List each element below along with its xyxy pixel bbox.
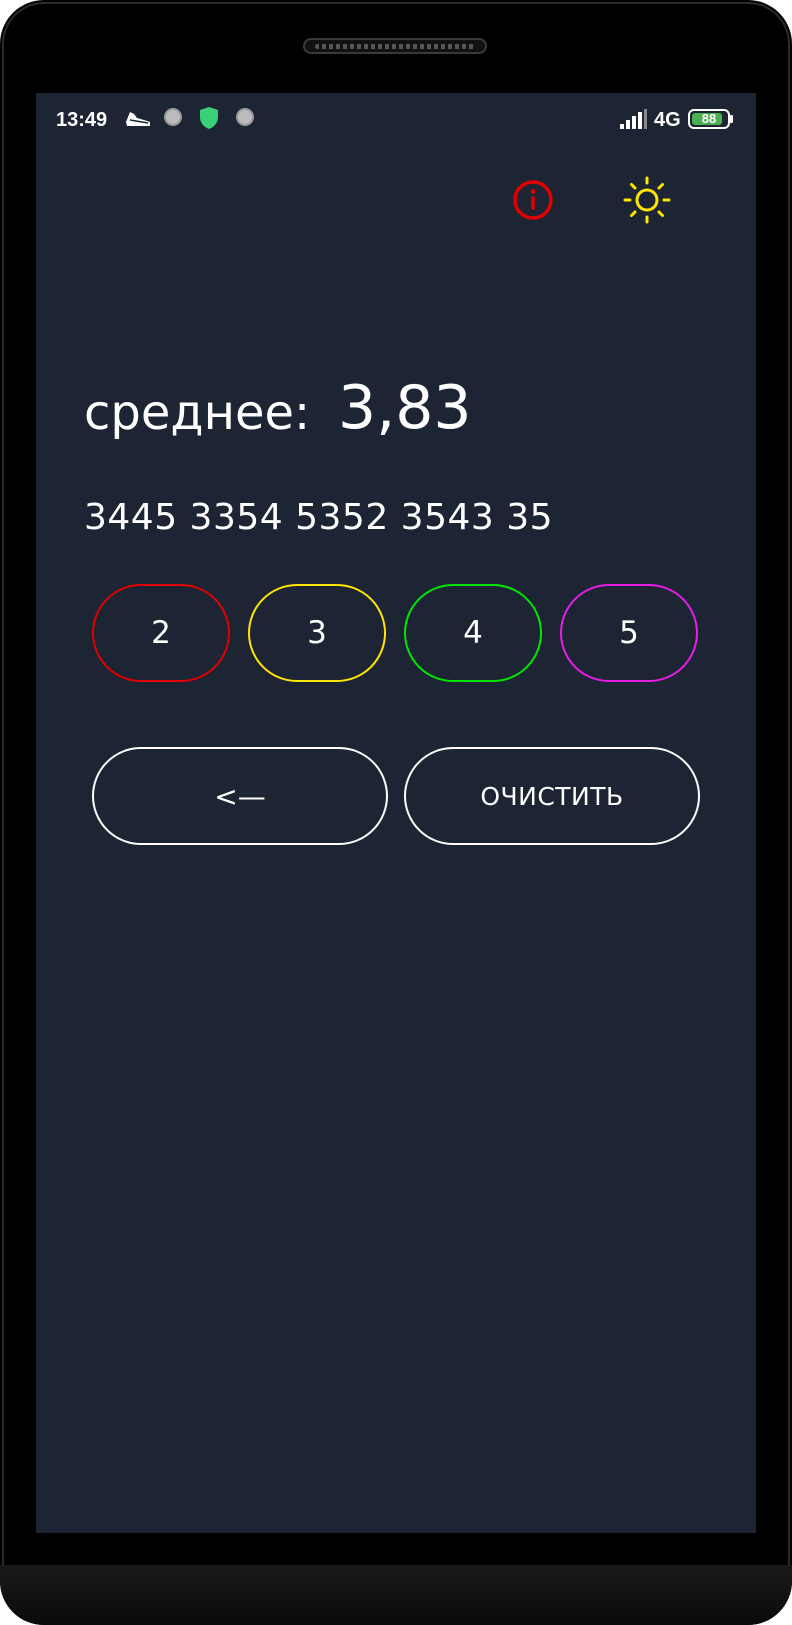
shield-icon — [198, 106, 220, 136]
grades-list: 3445 3354 5352 3543 35 — [84, 497, 554, 538]
grade-5-button[interactable]: 5 — [560, 584, 698, 682]
signal-icon — [620, 109, 648, 135]
network-type: 4G — [654, 109, 681, 131]
speaker-grille — [303, 38, 487, 54]
status-time: 13:49 — [56, 109, 108, 131]
clear-button[interactable]: ОЧИСТИТЬ — [404, 747, 700, 845]
backspace-button[interactable]: <— — [92, 747, 388, 845]
average-value: 3,83 — [338, 373, 472, 443]
grade-4-button[interactable]: 4 — [404, 584, 542, 682]
battery-level: 88 — [701, 111, 717, 126]
average-label: среднее: — [84, 385, 311, 441]
phone-chin — [0, 1565, 792, 1625]
phone-frame: 13:49 4G 88 среднее: 3,83 3445 3354 5352… — [0, 0, 792, 1625]
running-shoe-icon — [124, 107, 152, 135]
grade-2-button[interactable]: 2 — [92, 584, 230, 682]
info-icon[interactable] — [511, 178, 555, 226]
notification-dot-icon — [164, 108, 182, 126]
status-bar: 13:49 4G 88 — [36, 93, 756, 149]
app-screen: 13:49 4G 88 среднее: 3,83 3445 3354 5352… — [36, 93, 756, 1533]
sun-icon[interactable] — [622, 175, 672, 229]
battery-icon: 88 — [688, 109, 730, 129]
notification-dot-icon — [236, 108, 254, 126]
grade-3-button[interactable]: 3 — [248, 584, 386, 682]
battery-tip — [730, 115, 733, 123]
